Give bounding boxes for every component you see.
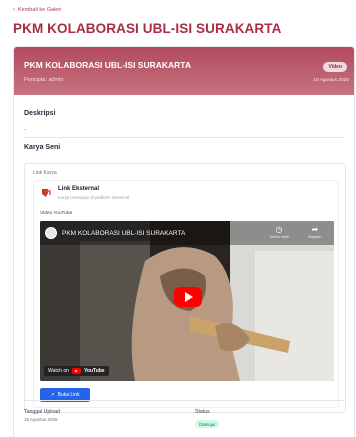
status-badge: Disetujui	[195, 420, 220, 428]
chevron-left-icon: ‹	[13, 7, 15, 13]
description-value: -	[24, 127, 26, 133]
divider	[24, 137, 344, 138]
artwork-banner: PKM KOLABORASI UBL-ISI SURAKARTA Pencipt…	[14, 47, 354, 95]
artwork-link-section: Link Karya Link Eksternal Karya tersimpa…	[24, 163, 346, 413]
banner-title: PKM KOLABORASI UBL-ISI SURAKARTA	[24, 60, 192, 70]
upload-date-value: 19 Agustus 2025	[24, 417, 58, 422]
back-link-label: Kembali ke Galeri	[18, 7, 62, 13]
clock-icon: ◷	[275, 225, 283, 234]
upload-date-label: Tanggal Upload	[24, 409, 61, 415]
status-label: Status	[195, 409, 210, 415]
artwork-heading: Karya Seni	[24, 144, 61, 151]
youtube-logo-icon	[71, 368, 81, 374]
open-link-label: Buka Link	[57, 392, 80, 398]
artwork-detail-card: PKM KOLABORASI UBL-ISI SURAKARTA Pencipt…	[13, 46, 355, 437]
youtube-video-label: Video YouTube	[40, 211, 73, 216]
back-to-gallery-link[interactable]: ‹ Kembali ke Galeri	[13, 7, 61, 13]
youtube-wordmark: YouTube	[83, 368, 105, 374]
youtube-video-player[interactable]: PKM KOLABORASI UBL-ISI SURAKARTA ◷ Tonto…	[40, 221, 334, 381]
page-title: PKM KOLABORASI UBL-ISI SURAKARTA	[13, 21, 282, 36]
external-link-subtitle: Karya tersimpan di platform eksternal	[58, 195, 130, 200]
external-link-icon	[42, 189, 51, 197]
external-arrow-icon: ↗	[50, 392, 55, 398]
video-title[interactable]: PKM KOLABORASI UBL-ISI SURAKARTA	[62, 230, 185, 237]
external-link-panel: Link Eksternal Karya tersimpan di platfo…	[33, 180, 339, 408]
channel-avatar[interactable]	[45, 227, 57, 239]
external-link-title: Link Eksternal	[58, 186, 100, 192]
artwork-link-label: Link Karya	[33, 170, 57, 176]
banner-date: 19 Agustus 2025	[313, 78, 349, 83]
watch-on-label: Watch on	[48, 368, 69, 374]
watch-later-label: Tonton nanti	[269, 235, 289, 239]
watch-later-button[interactable]: ◷ Tonton nanti	[268, 225, 290, 239]
description-heading: Deskripsi	[24, 110, 56, 117]
share-label: Bagikan	[308, 235, 322, 239]
share-button[interactable]: ➦ Bagikan	[304, 225, 326, 239]
divider	[24, 400, 344, 401]
type-badge: Video	[323, 62, 347, 72]
watch-on-youtube-button[interactable]: Watch on YouTube	[44, 366, 109, 376]
play-button-icon[interactable]	[174, 287, 202, 307]
share-icon: ➦	[311, 225, 319, 234]
banner-creator: Pencipta: admin	[24, 77, 64, 83]
